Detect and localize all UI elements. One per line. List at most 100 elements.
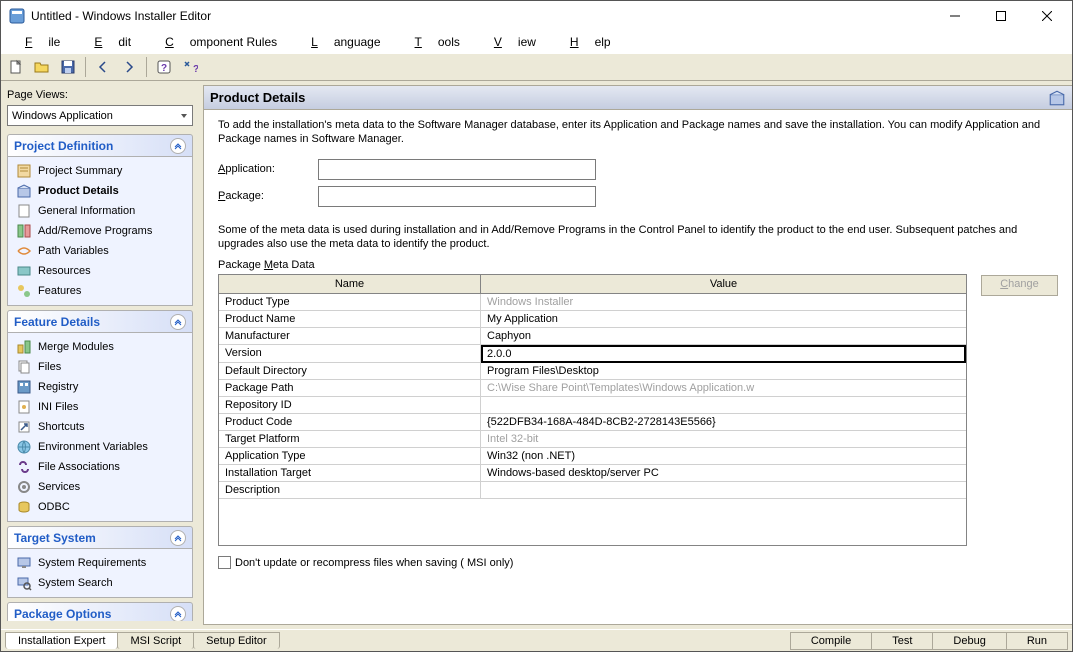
chevron-up-icon (170, 138, 186, 154)
nav-general-information[interactable]: General Information (10, 201, 190, 221)
nav-sys-search[interactable]: System Search (10, 573, 190, 593)
maximize-button[interactable] (978, 1, 1024, 31)
grid-row[interactable]: ManufacturerCaphyon (219, 328, 966, 345)
section-feature-details[interactable]: Feature Details (7, 310, 193, 333)
nav-odbc[interactable]: ODBC (10, 497, 190, 517)
chevron-up-icon (170, 606, 186, 622)
nav-features[interactable]: Features (10, 281, 190, 301)
nav-file-assoc[interactable]: File Associations (10, 457, 190, 477)
checkbox[interactable] (218, 556, 231, 569)
grid-row[interactable]: Product TypeWindows Installer (219, 294, 966, 311)
product-icon (16, 183, 32, 199)
save-icon[interactable] (57, 56, 79, 78)
resources-icon (16, 263, 32, 279)
svg-text:?: ? (161, 63, 167, 74)
grid-row[interactable]: Description (219, 482, 966, 499)
menu-file[interactable]: File (9, 34, 76, 50)
sidebar: Page Views: Windows Application Project … (1, 81, 199, 629)
page-title: Product Details (210, 90, 305, 105)
sysreq-icon (16, 555, 32, 571)
section-target-system[interactable]: Target System (7, 526, 193, 549)
grid-row[interactable]: Product Code{522DFB34-168A-484D-8CB2-272… (219, 414, 966, 431)
debug-button[interactable]: Debug (932, 632, 1006, 650)
checkbox-row[interactable]: Don't update or recompress files when sa… (218, 556, 1058, 569)
open-icon[interactable] (31, 56, 53, 78)
main-panel: Product Details To add the installation'… (203, 85, 1072, 625)
grid-row[interactable]: Product NameMy Application (219, 311, 966, 328)
ini-icon (16, 399, 32, 415)
minimize-button[interactable] (932, 1, 978, 31)
change-button[interactable]: Change (981, 275, 1058, 296)
chevron-up-icon (170, 530, 186, 546)
chevron-down-icon (180, 112, 188, 120)
grid-header: Name Value (219, 275, 966, 294)
grid-row[interactable]: Default DirectoryProgram Files\Desktop (219, 363, 966, 380)
menu-help[interactable]: Help (554, 34, 627, 50)
grid-blank (219, 499, 966, 545)
merge-icon (16, 339, 32, 355)
grid-row[interactable]: Version (219, 345, 966, 363)
test-button[interactable]: Test (871, 632, 933, 650)
registry-icon (16, 379, 32, 395)
page-views-dropdown[interactable]: Windows Application (7, 105, 193, 126)
grid-row[interactable]: Package PathC:\Wise Share Point\Template… (219, 380, 966, 397)
meta-description: Some of the meta data is used during ins… (218, 223, 1058, 252)
nav-files[interactable]: Files (10, 357, 190, 377)
help-icon[interactable]: ? (153, 56, 175, 78)
meta-data-grid[interactable]: Name Value Product TypeWindows Installer… (218, 274, 967, 546)
page-views-label: Page Views: (7, 89, 193, 101)
bottom-tabs: Installation Expert MSI Script Setup Edi… (1, 629, 1072, 651)
tab-installation-expert[interactable]: Installation Expert (5, 632, 118, 649)
run-button[interactable]: Run (1006, 632, 1068, 650)
svg-text:?: ? (193, 64, 198, 75)
help2-icon[interactable]: ? (179, 56, 201, 78)
titlebar: Untitled - Windows Installer Editor (1, 1, 1072, 31)
menu-edit[interactable]: Edit (78, 34, 147, 50)
application-input[interactable] (318, 159, 596, 180)
application-label: Application: (218, 163, 318, 175)
nav-env-variables[interactable]: Environment Variables (10, 437, 190, 457)
menubar: File Edit Component Rules Language Tools… (1, 31, 1072, 53)
package-input[interactable] (318, 186, 596, 207)
tab-msi-script[interactable]: MSI Script (117, 632, 194, 649)
grid-row[interactable]: Repository ID (219, 397, 966, 414)
nav-add-remove[interactable]: Add/Remove Programs (10, 221, 190, 241)
back-icon[interactable] (92, 56, 114, 78)
meta-data-label: Package Meta Data (218, 259, 1058, 271)
grid-row[interactable]: Target PlatformIntel 32-bit (219, 431, 966, 448)
window-title: Untitled - Windows Installer Editor (31, 9, 932, 23)
package-label: Package: (218, 190, 318, 202)
forward-icon[interactable] (118, 56, 140, 78)
nav-services[interactable]: Services (10, 477, 190, 497)
nav-resources[interactable]: Resources (10, 261, 190, 281)
nav-project-summary[interactable]: Project Summary (10, 161, 190, 181)
nav-shortcuts[interactable]: Shortcuts (10, 417, 190, 437)
section-package-options[interactable]: Package Options (7, 602, 193, 621)
nav-sys-req[interactable]: System Requirements (10, 553, 190, 573)
compile-button[interactable]: Compile (790, 632, 872, 650)
info-icon (16, 203, 32, 219)
nav-ini-files[interactable]: INI Files (10, 397, 190, 417)
grid-row[interactable]: Application TypeWin32 (non .NET) (219, 448, 966, 465)
section-body-feature-details: Merge Modules Files Registry INI Files S… (7, 333, 193, 522)
menu-tools[interactable]: Tools (399, 34, 476, 50)
env-icon (16, 439, 32, 455)
close-button[interactable] (1024, 1, 1070, 31)
features-icon (16, 283, 32, 299)
grid-row[interactable]: Installation TargetWindows-based desktop… (219, 465, 966, 482)
tab-setup-editor[interactable]: Setup Editor (193, 632, 280, 649)
section-body-target-system: System Requirements System Search (7, 549, 193, 598)
new-icon[interactable] (5, 56, 27, 78)
services-icon (16, 479, 32, 495)
version-cell-editing (481, 345, 966, 363)
nav-product-details[interactable]: Product Details (10, 181, 190, 201)
menu-component-rules[interactable]: Component Rules (149, 34, 293, 50)
nav-path-variables[interactable]: Path Variables (10, 241, 190, 261)
menu-view[interactable]: View (478, 34, 552, 50)
section-project-definition[interactable]: Project Definition (7, 134, 193, 157)
toolbar-separator (85, 57, 86, 77)
nav-registry[interactable]: Registry (10, 377, 190, 397)
menu-language[interactable]: Language (295, 34, 396, 50)
version-input[interactable] (483, 347, 964, 361)
nav-merge-modules[interactable]: Merge Modules (10, 337, 190, 357)
